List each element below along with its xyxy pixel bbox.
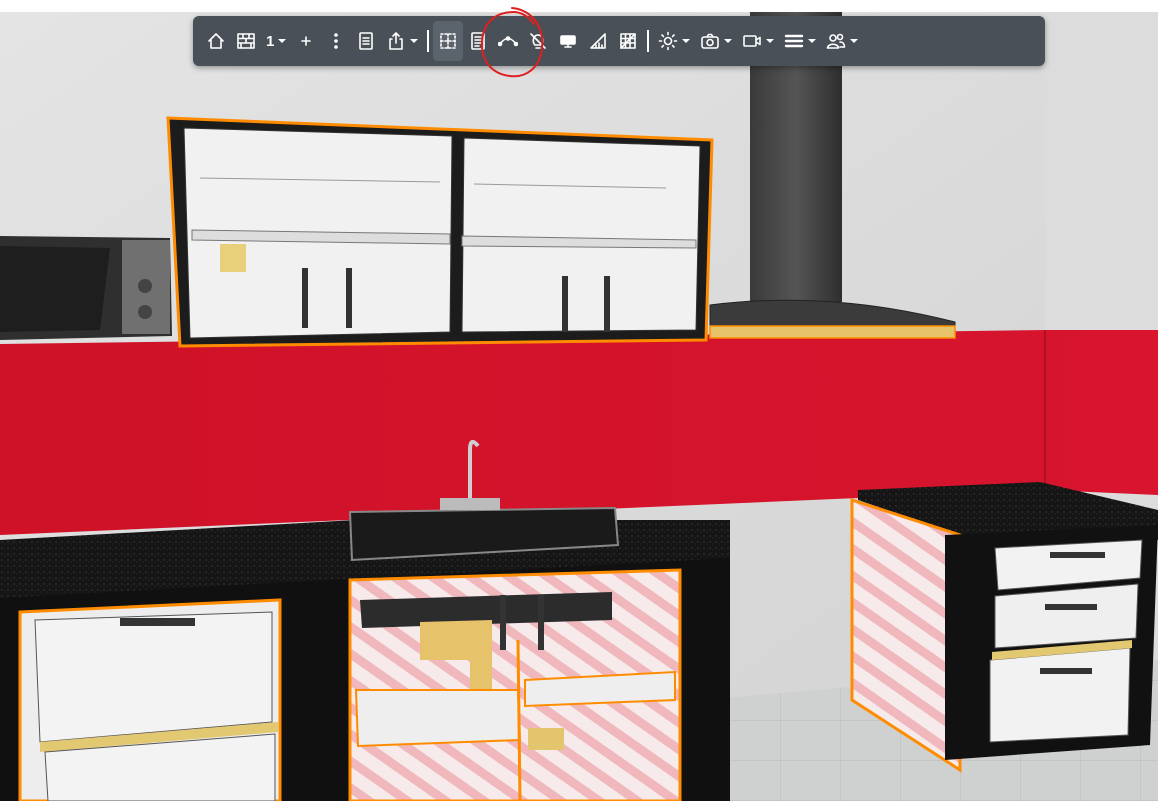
level-label: 1 [266, 32, 275, 50]
chevron-down-icon [724, 39, 733, 43]
toolbar-divider [647, 30, 650, 52]
main-toolbar: 1 [193, 16, 1045, 66]
grid-icon[interactable] [613, 21, 643, 61]
level-selector[interactable]: 1 [261, 21, 291, 61]
more-options-icon[interactable] [321, 21, 351, 61]
chevron-down-icon [278, 39, 287, 43]
selection-box-icon[interactable] [433, 21, 464, 61]
menu-icon[interactable] [779, 21, 821, 61]
document-icon[interactable] [351, 21, 381, 61]
camera-icon[interactable] [695, 21, 737, 61]
notes-icon[interactable] [463, 21, 493, 61]
lightbulb-off-icon[interactable] [523, 21, 553, 61]
users-icon[interactable] [821, 21, 863, 61]
home-icon[interactable] [201, 21, 231, 61]
chevron-down-icon [808, 39, 817, 43]
chevron-down-icon [410, 39, 419, 43]
path-icon[interactable] [493, 21, 523, 61]
chevron-down-icon [682, 39, 691, 43]
export-icon[interactable] [381, 21, 423, 61]
brightness-icon[interactable] [653, 21, 695, 61]
toolbar-divider [427, 30, 430, 52]
wall-icon[interactable] [231, 21, 261, 61]
ruler-icon[interactable] [583, 21, 613, 61]
video-icon[interactable] [737, 21, 779, 61]
3d-kitchen-scene[interactable] [0, 0, 1158, 801]
add-icon[interactable] [291, 21, 321, 61]
display-icon[interactable] [553, 21, 583, 61]
chevron-down-icon [850, 39, 859, 43]
chevron-down-icon [766, 39, 775, 43]
